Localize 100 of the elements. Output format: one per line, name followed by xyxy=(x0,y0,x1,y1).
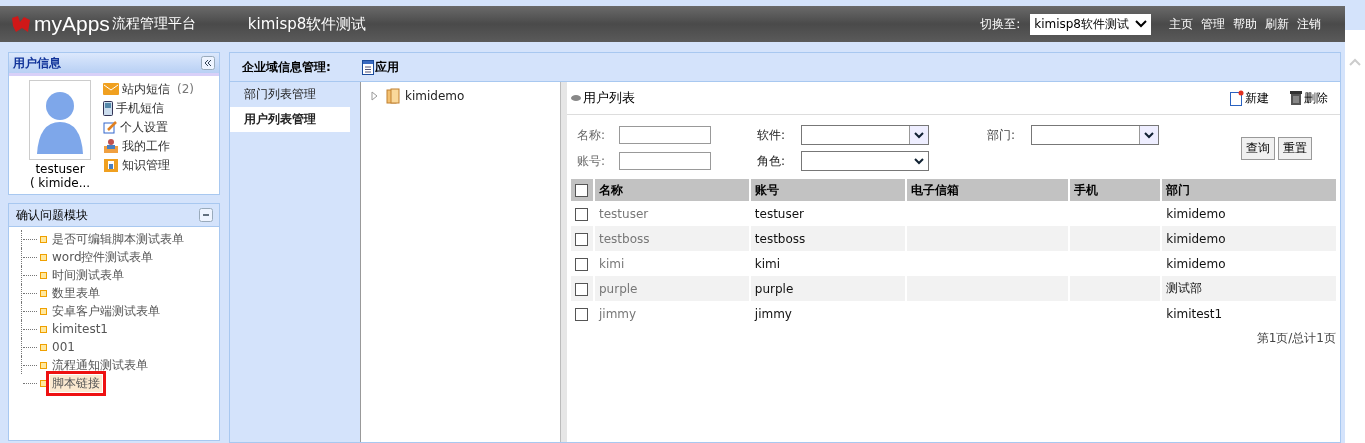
tree-item[interactable]: 是否可编辑脚本测试表单 xyxy=(50,230,186,248)
tree-item[interactable]: 数里表单 xyxy=(50,284,102,302)
query-button[interactable]: 查询 xyxy=(1241,136,1275,160)
header-link[interactable]: 帮助 xyxy=(1233,15,1257,33)
app-title: kimisp8软件测试 xyxy=(247,14,367,34)
name-field[interactable] xyxy=(619,126,711,144)
role-select[interactable] xyxy=(801,151,929,171)
table-cell: kimidemo xyxy=(1166,206,1226,221)
chevron-down-icon xyxy=(914,131,924,139)
tree-item[interactable]: 时间测试表单 xyxy=(50,266,126,284)
field-label: 名称: xyxy=(577,126,607,144)
reset-button[interactable]: 重置 xyxy=(1278,136,1312,160)
delete-button[interactable]: 删除 xyxy=(1289,89,1328,107)
phone-icon xyxy=(103,100,113,116)
user-menu-link[interactable]: 我的工作 xyxy=(122,137,170,155)
column-header: 账号 xyxy=(750,179,905,201)
chevron-down-icon xyxy=(1135,20,1147,28)
header-link[interactable]: 刷新 xyxy=(1265,15,1289,33)
pagination-text: 第1页/总计1页 xyxy=(1256,331,1336,345)
panel-title: 用户信息 xyxy=(13,54,61,72)
account-field[interactable] xyxy=(619,152,711,170)
table-cell: kimi xyxy=(754,256,781,271)
trash-icon xyxy=(1289,90,1303,106)
table-cell: kimidemo xyxy=(1166,231,1226,246)
column-header: 电子信箱 xyxy=(906,179,1069,201)
user-name-link[interactable]: purple xyxy=(599,281,638,296)
user-menu-link[interactable]: 站内短信 xyxy=(122,80,170,98)
tree-item[interactable]: 001 xyxy=(50,340,77,354)
table-cell: kimidemo xyxy=(1166,256,1226,271)
username: testuser xyxy=(35,162,85,176)
software-select[interactable] xyxy=(801,125,929,145)
header-link[interactable]: 注销 xyxy=(1297,15,1321,33)
message-count: (2) xyxy=(177,82,194,96)
nav-item[interactable]: 用户列表管理 xyxy=(230,107,350,132)
folder-icon xyxy=(385,88,401,104)
node-icon xyxy=(40,289,47,297)
user-menu-link[interactable]: 个人设置 xyxy=(120,118,168,136)
user-domain: ( kimide... xyxy=(29,176,91,190)
table-cell: purple xyxy=(754,281,794,296)
worker-icon xyxy=(103,138,119,154)
department-select[interactable] xyxy=(1031,125,1159,145)
table-cell: testboss xyxy=(754,231,806,246)
row-checkbox[interactable] xyxy=(575,307,589,321)
header-link[interactable]: 管理 xyxy=(1201,15,1225,33)
apply-button[interactable]: 应用 xyxy=(362,58,399,76)
node-icon xyxy=(40,271,47,279)
column-header: 手机 xyxy=(1070,179,1161,201)
panel-title: 确认问题模块 xyxy=(16,206,88,224)
user-name-link[interactable]: testuser xyxy=(599,206,649,221)
row-checkbox[interactable] xyxy=(575,207,589,221)
user-name-link[interactable]: testboss xyxy=(599,231,650,246)
field-label: 账号: xyxy=(577,152,607,170)
user-menu-link[interactable]: 手机短信 xyxy=(116,99,164,117)
list-title: 用户列表 xyxy=(583,89,635,107)
envelope-icon xyxy=(103,83,119,95)
node-icon xyxy=(40,361,47,369)
node-icon xyxy=(40,235,47,243)
field-label: 部门: xyxy=(987,126,1017,144)
list-icon xyxy=(571,95,581,101)
field-label: 软件: xyxy=(757,126,787,144)
pencil-icon xyxy=(103,120,117,134)
table-cell: 测试部 xyxy=(1166,281,1203,295)
avatar-icon xyxy=(29,80,91,160)
node-icon xyxy=(40,325,47,333)
field-label: 角色: xyxy=(757,152,787,170)
user-menu-link[interactable]: 知识管理 xyxy=(122,156,170,174)
user-name-link[interactable]: jimmy xyxy=(599,306,637,321)
column-header: 部门 xyxy=(1162,179,1336,201)
tree-item[interactable]: kimitest1 xyxy=(50,322,110,336)
node-icon xyxy=(40,253,47,261)
node-icon xyxy=(40,343,47,351)
nav-item[interactable]: 部门列表管理 xyxy=(230,82,350,107)
logo-text: myApps xyxy=(34,12,110,36)
new-document-icon xyxy=(1230,90,1244,106)
logo-icon xyxy=(10,14,32,34)
tree-node[interactable]: kimidemo xyxy=(405,89,465,103)
new-button[interactable]: 新建 xyxy=(1230,89,1269,107)
minimize-icon[interactable] xyxy=(199,208,213,222)
app-select[interactable]: kimisp8软件测试 xyxy=(1030,13,1151,35)
row-checkbox[interactable] xyxy=(575,282,589,296)
table-cell: jimmy xyxy=(754,306,792,321)
column-header: 名称 xyxy=(595,179,749,201)
node-icon xyxy=(40,307,47,315)
book-icon xyxy=(103,157,119,173)
document-icon xyxy=(362,59,374,75)
tree-item[interactable]: 安卓客户端测试表单 xyxy=(50,302,162,320)
chevron-down-icon xyxy=(914,157,924,165)
section-title: 企业域信息管理: xyxy=(242,58,332,76)
table-cell: testuser xyxy=(754,206,804,221)
switch-label: 切换至: xyxy=(980,15,1021,33)
collapse-icon[interactable] xyxy=(201,56,215,70)
chevron-down-icon xyxy=(1144,131,1154,139)
tree-item[interactable]: 流程通知测试表单 xyxy=(50,356,150,374)
table-cell: kimitest1 xyxy=(1166,306,1223,321)
user-name-link[interactable]: kimi xyxy=(599,256,625,271)
tree-item[interactable]: word控件测试表单 xyxy=(50,248,156,266)
row-checkbox[interactable] xyxy=(575,257,589,271)
header-link[interactable]: 主页 xyxy=(1169,15,1193,33)
row-checkbox[interactable] xyxy=(575,232,589,246)
select-all-checkbox[interactable] xyxy=(575,184,589,197)
